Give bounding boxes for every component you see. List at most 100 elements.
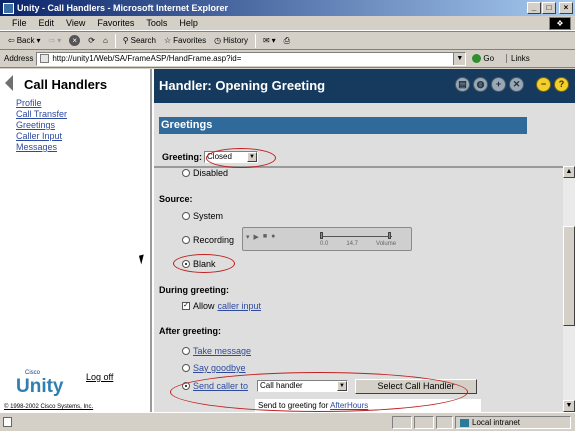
- menu-favorites[interactable]: Favorites: [91, 18, 140, 28]
- sidebar-item-caller-input[interactable]: Caller Input: [16, 131, 67, 142]
- home-button[interactable]: ⌂: [99, 33, 112, 48]
- refresh-icon: ⟳: [88, 36, 95, 45]
- menu-help[interactable]: Help: [173, 18, 204, 28]
- back-button[interactable]: ⇦ Back ▾: [4, 33, 45, 48]
- media-progress-track[interactable]: [320, 236, 392, 237]
- menu-view[interactable]: View: [60, 18, 91, 28]
- page-content: Call Handlers Profile Call Transfer Gree…: [0, 69, 575, 412]
- option-take-message[interactable]: Take message: [182, 346, 251, 356]
- system-label: System: [193, 211, 224, 221]
- menu-edit[interactable]: Edit: [33, 18, 61, 28]
- send-caller-to-link[interactable]: Send caller to: [193, 381, 248, 391]
- chevron-down-icon[interactable]: ▼: [337, 381, 347, 391]
- stop-button[interactable]: ×: [65, 33, 84, 48]
- toolbar-separator: [254, 33, 256, 48]
- record-icon[interactable]: ●: [271, 233, 275, 241]
- greetings-section-bar: Greetings: [159, 117, 527, 134]
- scroll-up-arrow-icon[interactable]: ▲: [563, 166, 575, 178]
- chevron-down-icon[interactable]: ▼: [247, 152, 258, 162]
- media-position-slider[interactable]: [320, 232, 323, 239]
- favorites-icon: ☆: [164, 36, 172, 45]
- option-recording[interactable]: Recording: [182, 235, 234, 245]
- chevron-down-icon[interactable]: ▾: [246, 233, 250, 241]
- history-button[interactable]: ◷ History: [210, 33, 252, 48]
- globe-icon[interactable]: ◍: [473, 77, 488, 92]
- say-goodbye-link[interactable]: Say goodbye: [193, 363, 246, 373]
- option-allow-caller-input[interactable]: ✓ Allow caller input: [182, 301, 261, 311]
- radio-take-message[interactable]: [182, 347, 190, 355]
- media-controls: ▾ ▶ ■ ●: [246, 233, 275, 241]
- unity-logo: Unity: [16, 376, 64, 397]
- go-label: Go: [483, 54, 495, 63]
- sidebar-title: Call Handlers: [24, 77, 108, 92]
- radio-disabled[interactable]: [182, 169, 190, 177]
- media-labels: 0.0 14.7 Volume: [320, 241, 396, 247]
- take-message-link[interactable]: Take message: [193, 346, 251, 356]
- sidebar-item-call-transfer[interactable]: Call Transfer: [16, 109, 67, 120]
- search-icon: ⚲: [122, 36, 129, 45]
- afterhours-link[interactable]: AfterHours: [330, 401, 368, 410]
- refresh-button[interactable]: ⟳: [84, 33, 99, 48]
- greeting-row: Greeting: Closed ▼: [162, 151, 259, 163]
- favorites-button[interactable]: ☆ Favorites: [160, 33, 210, 48]
- help-icon[interactable]: ?: [554, 77, 569, 92]
- delete-icon[interactable]: ✕: [509, 77, 524, 92]
- minimize-button[interactable]: _: [527, 2, 541, 14]
- minimize-icon[interactable]: −: [536, 77, 551, 92]
- caller-input-link[interactable]: caller input: [218, 301, 262, 311]
- radio-say-goodbye[interactable]: [182, 364, 190, 372]
- sidebar: Call Handlers Profile Call Transfer Gree…: [0, 69, 152, 412]
- close-button[interactable]: ×: [559, 2, 573, 14]
- add-icon[interactable]: +: [491, 77, 506, 92]
- maximize-button[interactable]: □: [542, 2, 556, 14]
- go-button[interactable]: Go: [472, 54, 494, 63]
- chevron-down-icon: ▾: [36, 36, 41, 45]
- radio-blank[interactable]: [182, 260, 190, 268]
- option-send-caller-to[interactable]: Send caller to: [182, 381, 248, 391]
- page-header: Handler: Opening Greeting ▤ ◍ + ✕ − ?: [154, 69, 575, 103]
- stop-icon[interactable]: ■: [263, 233, 267, 241]
- address-input[interactable]: http://unity1/Web/SA/FrameASP/HandFrame.…: [36, 51, 467, 66]
- play-icon[interactable]: ▶: [254, 233, 259, 241]
- links-button[interactable]: Links: [506, 54, 530, 63]
- zone-label: Local intranet: [472, 418, 521, 427]
- sidebar-item-profile[interactable]: Profile: [16, 98, 67, 109]
- window-titlebar: Unity - Call Handlers - Microsoft Intern…: [0, 0, 575, 16]
- radio-system[interactable]: [182, 212, 190, 220]
- option-blank[interactable]: Blank: [182, 259, 216, 269]
- copyright-link[interactable]: © 1998-2002 Cisco Systems, Inc.: [4, 404, 93, 410]
- option-say-goodbye[interactable]: Say goodbye: [182, 363, 246, 373]
- print-button[interactable]: ⎙: [280, 33, 294, 48]
- menu-tools[interactable]: Tools: [140, 18, 173, 28]
- save-icon[interactable]: ▤: [455, 77, 470, 92]
- sidebar-item-messages[interactable]: Messages: [16, 142, 67, 153]
- forward-button[interactable]: ⇨ ▾: [45, 33, 66, 48]
- back-triangle-icon[interactable]: [5, 75, 13, 91]
- logoff-link[interactable]: Log off: [86, 372, 113, 382]
- address-url: http://unity1/Web/SA/FrameASP/HandFrame.…: [52, 53, 242, 63]
- option-disabled[interactable]: Disabled: [182, 168, 228, 178]
- sidebar-item-greetings[interactable]: Greetings: [16, 120, 67, 131]
- intranet-icon: [460, 418, 469, 427]
- radio-recording[interactable]: [182, 236, 190, 244]
- sidebar-nav: Profile Call Transfer Greetings Caller I…: [16, 98, 67, 153]
- scroll-thumb[interactable]: [563, 226, 575, 326]
- menu-file[interactable]: File: [6, 18, 33, 28]
- header-toolbar: ▤ ◍ + ✕ − ?: [455, 77, 569, 92]
- volume-slider[interactable]: [388, 232, 391, 239]
- option-system[interactable]: System: [182, 211, 223, 221]
- greeting-select[interactable]: Closed ▼: [204, 151, 259, 163]
- status-segment: [436, 416, 453, 429]
- mail-button[interactable]: ✉ ▾: [259, 33, 280, 48]
- window-title: Unity - Call Handlers - Microsoft Intern…: [17, 3, 229, 13]
- chevron-down-icon[interactable]: ▼: [453, 52, 466, 65]
- recording-label: Recording: [193, 235, 235, 245]
- scroll-down-arrow-icon[interactable]: ▼: [563, 400, 575, 412]
- radio-send-caller-to[interactable]: [182, 382, 190, 390]
- address-label: Address: [4, 54, 34, 63]
- allow-checkbox[interactable]: ✓: [182, 302, 190, 310]
- call-handler-select[interactable]: Call handler ▼: [257, 380, 348, 392]
- select-call-handler-button[interactable]: Select Call Handler: [355, 379, 477, 394]
- search-button[interactable]: ⚲ Search: [119, 33, 160, 48]
- vertical-scrollbar[interactable]: ▲ ▼: [563, 166, 575, 412]
